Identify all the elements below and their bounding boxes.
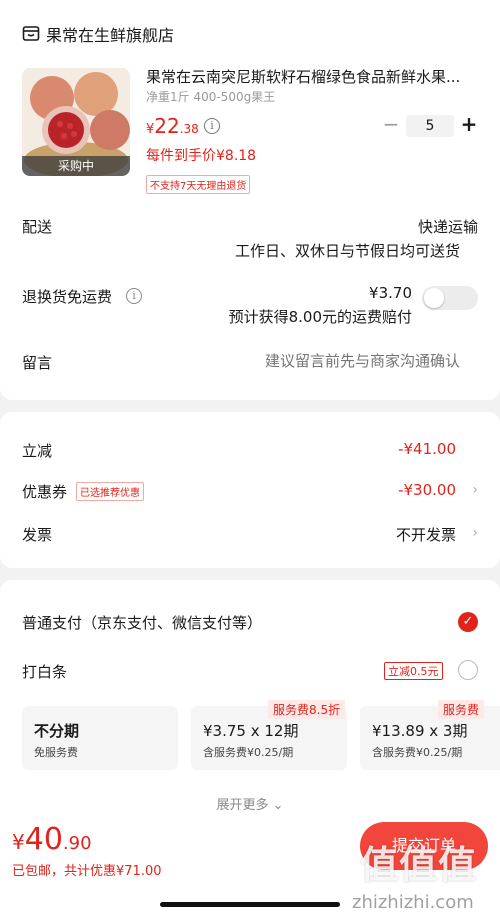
delivery-method[interactable]: 快递运输	[418, 216, 478, 237]
check-icon[interactable]: ✓	[458, 612, 478, 632]
price-integer: 22	[154, 114, 180, 138]
return-shipping-toggle[interactable]	[422, 286, 478, 310]
coupon-label[interactable]: 优惠券	[22, 481, 67, 502]
baitiao-radio[interactable]	[458, 660, 478, 680]
installment-plan-none[interactable]: 不分期 免服务费	[22, 706, 178, 770]
baitiao-discount-tag: 立减0.5元	[384, 662, 443, 680]
buying-status-tag: 采购中	[22, 156, 130, 176]
no-return-badge: 不支持7天无理由退货	[146, 175, 251, 194]
return-shipping-price: ¥3.70	[369, 284, 412, 302]
memo-label: 留言	[22, 354, 53, 372]
delivery-label: 配送	[22, 218, 53, 236]
baitiao-label[interactable]: 打白条	[22, 661, 67, 682]
invoice-value[interactable]: 不开发票	[396, 524, 456, 545]
unit-price: ¥22.38	[146, 114, 199, 138]
plan-subtitle: 含服务费¥0.25/期	[372, 746, 463, 759]
normal-payment-label[interactable]: 普通支付（京东支付、微信支付等）	[22, 612, 262, 633]
total-decimal: .90	[62, 833, 92, 854]
return-compensation: 预计获得8.00元的运费赔付	[228, 308, 412, 326]
product-title[interactable]: 果常在云南突尼斯软籽石榴绿色食品新鲜水果...	[146, 66, 484, 87]
plan-title: ¥3.75 x 12期	[203, 722, 299, 740]
total-symbol: ¥	[12, 830, 25, 854]
order-info-card: 果常在生鲜旗舰店 采购中 果常在云南突尼斯软籽石榴绿色食品新鲜水果... 净重1…	[0, 0, 500, 400]
invoice-label[interactable]: 发票	[22, 524, 52, 545]
toggle-knob	[424, 288, 444, 308]
quantity-decrease-button[interactable]: −	[382, 112, 400, 136]
quantity-increase-button[interactable]: +	[460, 112, 478, 136]
coupon-value[interactable]: -¥30.00	[398, 481, 456, 499]
watermark-logo: 值值值	[360, 843, 478, 887]
return-shipping-label: 退换货免运费	[22, 288, 113, 306]
plan-fee-tag: 服务费8.5折	[268, 700, 346, 719]
instant-discount-label: 立减	[22, 442, 53, 460]
coupon-recommended-tag: 已选推荐优惠	[76, 482, 144, 501]
plan-title: 不分期	[34, 722, 80, 740]
shipping-summary: 已包邮，共计优惠¥71.00	[12, 864, 162, 879]
price-info-icon[interactable]: i	[204, 118, 220, 134]
price-decimal: .38	[179, 122, 199, 136]
coupon-chevron-icon[interactable]: ›	[472, 482, 478, 498]
store-name[interactable]: 果常在生鲜旗舰店	[46, 22, 174, 46]
product-spec[interactable]: 净重1斤 400-500g果王	[146, 88, 275, 105]
total-integer: 40	[24, 822, 63, 857]
store-icon	[22, 26, 40, 41]
expand-more-button[interactable]: 展开更多 ⌄	[0, 794, 500, 813]
plan-subtitle: 含服务费¥0.25/期	[203, 746, 294, 759]
return-info-icon[interactable]: i	[126, 288, 142, 304]
product-image[interactable]: 采购中	[22, 68, 130, 176]
invoice-chevron-icon[interactable]: ›	[472, 525, 478, 541]
quantity-input[interactable]: 5	[406, 115, 454, 137]
delivery-time[interactable]: 工作日、双休日与节假日均可送货	[235, 240, 460, 261]
total-price: ¥40.90	[12, 822, 92, 857]
plan-title: ¥13.89 x 3期	[372, 722, 468, 740]
plan-subtitle: 免服务费	[34, 746, 78, 759]
per-item-price: 每件到手价¥8.18	[146, 148, 257, 164]
instant-discount-value: -¥41.00	[398, 440, 456, 458]
memo-input[interactable]	[200, 352, 460, 370]
plan-fee-tag: 服务费	[438, 700, 485, 719]
home-indicator	[160, 902, 340, 907]
watermark-url: zhizhizhi.com	[352, 892, 474, 913]
